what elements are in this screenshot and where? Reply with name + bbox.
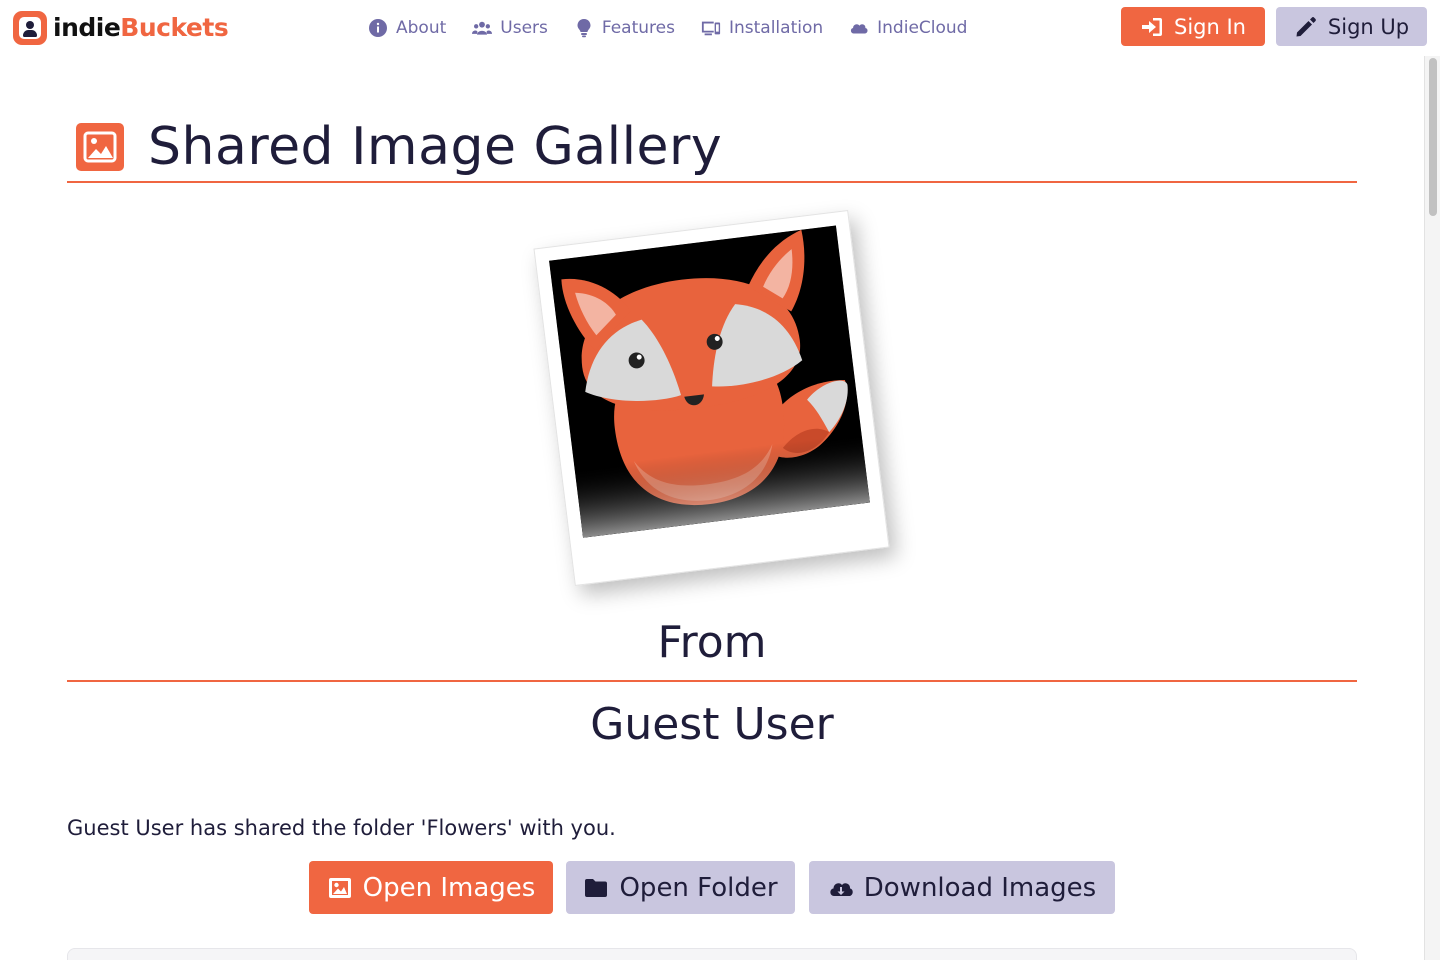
folder-icon [585, 878, 608, 897]
brand-logo[interactable]: indieBuckets [13, 10, 229, 46]
sign-in-label: Sign In [1174, 14, 1246, 39]
navbar: indieBuckets About Users Features Instal… [0, 0, 1440, 56]
from-divider [67, 680, 1357, 682]
gallery-cover-polaroid [533, 209, 890, 587]
download-images-button[interactable]: Download Images [809, 861, 1115, 914]
nav-label-features: Features [601, 18, 675, 38]
brand-name-part1: indie [53, 13, 121, 42]
open-images-button[interactable]: Open Images [309, 861, 553, 914]
sign-in-button[interactable]: Sign In [1121, 7, 1265, 46]
sign-in-icon [1142, 17, 1162, 36]
open-folder-button[interactable]: Open Folder [566, 861, 795, 914]
lightbulb-icon [577, 19, 591, 38]
title-divider [67, 181, 1357, 183]
download-images-label: Download Images [863, 872, 1097, 903]
nav-label-indiecloud: IndieCloud [877, 18, 968, 38]
users-icon [472, 21, 493, 35]
brand-name: indieBuckets [53, 10, 229, 46]
cloud-download-icon [830, 882, 853, 896]
open-folder-label: Open Folder [619, 872, 778, 903]
gallery-panel [67, 948, 1357, 960]
scrollbar-thumb[interactable] [1429, 58, 1437, 216]
fox-illustration [549, 225, 870, 538]
nav-item-about[interactable]: About [368, 14, 446, 42]
page-header: Shared Image Gallery [76, 112, 722, 182]
nav-item-indiecloud[interactable]: IndieCloud [849, 14, 967, 42]
open-images-label: Open Images [362, 872, 536, 903]
page-scrollbar[interactable] [1424, 56, 1440, 960]
info-circle-icon [369, 19, 387, 37]
image-icon [76, 123, 124, 171]
bucket-user-icon [13, 11, 47, 45]
sign-up-button[interactable]: Sign Up [1276, 7, 1427, 46]
pencil-icon [1296, 16, 1316, 36]
devices-icon [701, 21, 721, 36]
image-icon [328, 877, 351, 898]
nav-item-installation[interactable]: Installation [701, 14, 823, 42]
sign-up-label: Sign Up [1327, 14, 1410, 39]
brand-name-part2: Buckets [120, 13, 229, 42]
from-label: From [657, 617, 767, 668]
nav-label-installation: Installation [728, 18, 824, 38]
cloud-icon [851, 24, 868, 34]
nav-item-features[interactable]: Features [574, 14, 675, 42]
sharer-name: Guest User [590, 699, 834, 750]
nav-item-users[interactable]: Users [472, 14, 548, 42]
polaroid-frame [533, 209, 890, 587]
share-message: Guest User has shared the folder 'Flower… [67, 816, 616, 840]
page-title: Shared Image Gallery [148, 117, 723, 177]
main-nav: About Users Features Installation IndieC… [368, 14, 967, 42]
nav-label-about: About [396, 18, 447, 38]
nav-label-users: Users [500, 18, 548, 38]
